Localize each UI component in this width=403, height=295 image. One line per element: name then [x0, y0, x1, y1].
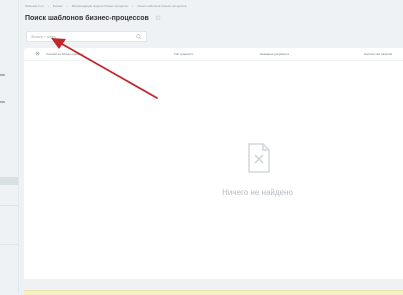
annotation-arrow-icon	[51, 38, 158, 99]
